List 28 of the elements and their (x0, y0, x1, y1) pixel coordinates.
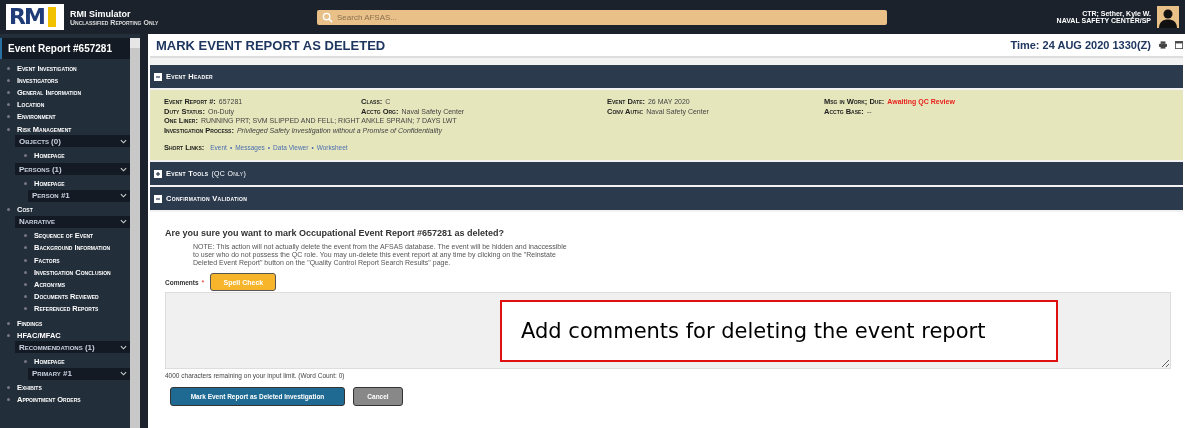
callout-annotation: Add comments for deleting the event report (500, 300, 1058, 362)
confirmation-question: Are you sure you want to mark Occupational Event Report #657281 as deleted? (165, 228, 506, 238)
toggle-icon[interactable] (154, 194, 162, 203)
chevron-down-icon (120, 166, 127, 172)
page-title: MARK EVENT REPORT AS DELETED (156, 37, 386, 53)
sidebar-group[interactable]: Objects (0) (15, 135, 130, 148)
search-icon (322, 11, 333, 23)
chevron-down-icon (120, 344, 127, 350)
scrollbar[interactable] (130, 38, 140, 428)
sidebar-group[interactable]: Recommendations (1) (15, 341, 130, 354)
avatar-icon[interactable] (1157, 6, 1179, 28)
search-field[interactable]: Search AFSAS... (317, 9, 887, 25)
chevron-down-icon (120, 138, 127, 144)
sidebar-group[interactable]: Persons (1) (15, 163, 130, 176)
window-icon[interactable] (1175, 41, 1183, 49)
toggle-icon[interactable] (154, 169, 162, 178)
sidebar-group[interactable]: Narrative (15, 215, 130, 228)
chevron-down-icon (120, 193, 127, 198)
timestamp: Time: 24 AUG 2020 1330(Z) (1010, 39, 1151, 51)
logo: RM (6, 4, 64, 30)
app-title: RMI Simulator (70, 8, 132, 19)
chevron-down-icon (120, 219, 127, 225)
sidebar-dropdown[interactable]: Person #1 (28, 189, 130, 202)
sidebar-title[interactable]: Event Report #657281 (0, 38, 130, 59)
chevron-down-icon (120, 371, 127, 377)
toggle-icon[interactable] (154, 72, 162, 81)
sidebar-dropdown[interactable]: Primary #1 (28, 367, 130, 380)
print-icon[interactable] (1159, 41, 1167, 49)
